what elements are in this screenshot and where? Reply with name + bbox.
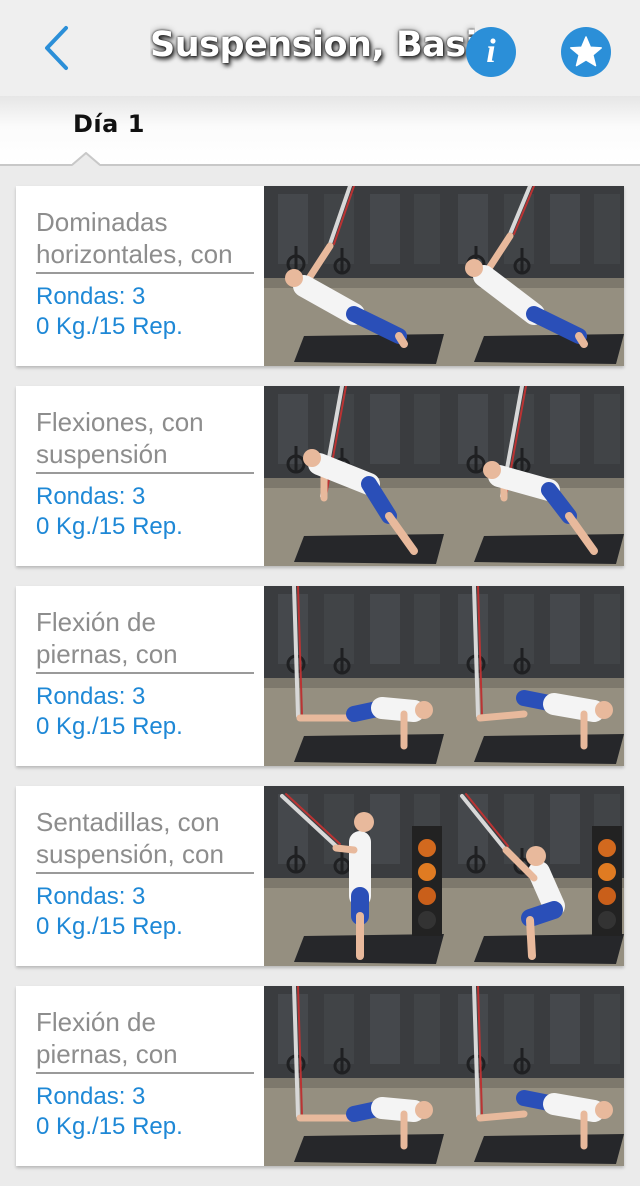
favorite-button[interactable] bbox=[561, 27, 611, 77]
tab-selected-caret bbox=[72, 152, 100, 166]
tab-day-1[interactable]: Día 1 bbox=[73, 110, 145, 144]
exercise-photo-end bbox=[444, 386, 624, 566]
exercise-illustration bbox=[264, 586, 444, 766]
exercise-photo-start bbox=[264, 786, 444, 966]
exercise-illustration bbox=[264, 186, 444, 366]
exercise-illustration bbox=[264, 786, 444, 966]
exercise-photo-start bbox=[264, 386, 444, 566]
exercise-photo-end bbox=[444, 986, 624, 1166]
exercise-name: Flexión de piernas, con bbox=[36, 606, 254, 674]
exercise-photo-end bbox=[444, 186, 624, 366]
exercise-photo-start bbox=[264, 186, 444, 366]
exercise-weight-reps: 0 Kg./15 Rep. bbox=[36, 313, 183, 340]
exercise-illustration bbox=[444, 986, 624, 1166]
exercise-rounds: Rondas: 3 bbox=[36, 483, 146, 510]
exercise-rounds: Rondas: 3 bbox=[36, 1083, 146, 1110]
back-button[interactable] bbox=[30, 20, 82, 76]
info-icon: i bbox=[486, 33, 496, 70]
exercise-illustration bbox=[264, 386, 444, 566]
exercise-illustration bbox=[264, 986, 444, 1166]
exercise-info: Dominadas horizontales, con Rondas: 3 0 … bbox=[36, 206, 254, 342]
exercise-info: Flexión de piernas, con Rondas: 3 0 Kg./… bbox=[36, 606, 254, 742]
exercise-rounds: Rondas: 3 bbox=[36, 683, 146, 710]
exercise-info: Sentadillas, con suspensión, con Rondas:… bbox=[36, 806, 254, 942]
exercise-card[interactable]: Flexión de piernas, con Rondas: 3 0 Kg./… bbox=[16, 586, 624, 766]
star-icon bbox=[570, 36, 602, 67]
top-bar: Suspension, Basico i bbox=[0, 0, 640, 96]
exercise-weight-reps: 0 Kg./15 Rep. bbox=[36, 513, 183, 540]
exercise-name: Dominadas horizontales, con bbox=[36, 206, 254, 274]
exercise-card[interactable]: Flexión de piernas, con Rondas: 3 0 Kg./… bbox=[16, 986, 624, 1166]
exercise-photo-end bbox=[444, 586, 624, 766]
exercise-weight-reps: 0 Kg./15 Rep. bbox=[36, 713, 183, 740]
exercise-list: Dominadas horizontales, con Rondas: 3 0 … bbox=[16, 186, 624, 1186]
chevron-left-icon bbox=[45, 26, 68, 70]
exercise-illustration bbox=[444, 586, 624, 766]
exercise-weight-reps: 0 Kg./15 Rep. bbox=[36, 913, 183, 940]
exercise-card[interactable]: Dominadas horizontales, con Rondas: 3 0 … bbox=[16, 186, 624, 366]
exercise-rounds: Rondas: 3 bbox=[36, 283, 146, 310]
exercise-info: Flexión de piernas, con Rondas: 3 0 Kg./… bbox=[36, 1006, 254, 1142]
exercise-name: Flexión de piernas, con bbox=[36, 1006, 254, 1074]
exercise-name: Sentadillas, con suspensión, con bbox=[36, 806, 254, 874]
exercise-illustration bbox=[444, 186, 624, 366]
exercise-rounds: Rondas: 3 bbox=[36, 883, 146, 910]
exercise-info: Flexiones, con suspensión Rondas: 3 0 Kg… bbox=[36, 406, 254, 542]
info-button[interactable]: i bbox=[466, 27, 516, 77]
exercise-photo-start bbox=[264, 586, 444, 766]
exercise-card[interactable]: Sentadillas, con suspensión, con Rondas:… bbox=[16, 786, 624, 966]
exercise-illustration bbox=[444, 386, 624, 566]
exercise-name: Flexiones, con suspensión bbox=[36, 406, 254, 474]
exercise-card[interactable]: Flexiones, con suspensión Rondas: 3 0 Kg… bbox=[16, 386, 624, 566]
page-title: Suspension, Basico bbox=[150, 25, 475, 65]
exercise-illustration bbox=[444, 786, 624, 966]
exercise-photo-start bbox=[264, 986, 444, 1166]
exercise-photo-end bbox=[444, 786, 624, 966]
exercise-weight-reps: 0 Kg./15 Rep. bbox=[36, 1113, 183, 1140]
